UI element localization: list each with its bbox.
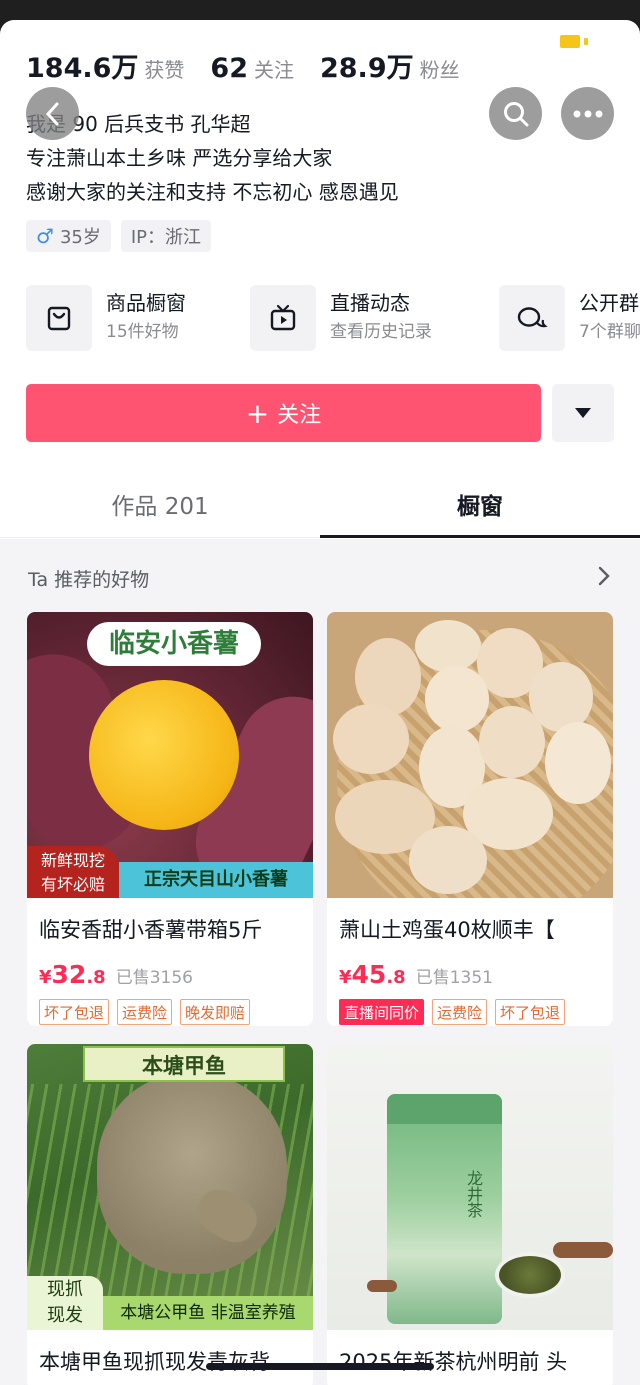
recommend-header[interactable]: Ta 推荐的好物 [28, 565, 149, 592]
follow-label: 关注 [277, 403, 322, 428]
live-entry[interactable]: 直播动态 查看历史记录 [250, 285, 432, 351]
profile-entries: 商品橱窗 15件好物 直播动态 查看历史记录 公开群 7个群聊 [26, 285, 640, 351]
bio-line: 感谢大家的关注和支持 不忘初心 感恩遇见 [26, 180, 399, 204]
group-entry[interactable]: 公开群 7个群聊 [499, 285, 640, 351]
ip-text: IP：浙江 [130, 227, 202, 248]
age-chip: ♂ 35岁 [26, 220, 111, 252]
follow-button[interactable]: + 关注 [26, 384, 541, 442]
price-symbol: ¥ [39, 967, 52, 988]
image-footer: 正宗天目山小香薯 [119, 862, 313, 898]
profile-chips: ♂ 35岁 IP：浙江 [26, 220, 212, 252]
search-button[interactable] [489, 87, 542, 140]
triangle-down-icon [575, 408, 591, 418]
service-tag: 运费险 [117, 999, 173, 1025]
price-row: ¥ 45 .8 已售1351 [327, 960, 613, 989]
followers-label[interactable]: 粉丝 [420, 54, 460, 83]
product-card[interactable]: 本塘甲鱼 现抓 现发 本塘公甲鱼 非温室养殖 本塘甲鱼现抓现发青灰背 [27, 1044, 313, 1385]
product-card[interactable]: 龙井茶 2025年新茶杭州明前 头 [327, 1044, 613, 1385]
shop-window-entry[interactable]: 商品橱窗 15件好物 [26, 285, 186, 351]
image-badge: 新鲜现挖 有坏必赔 [27, 846, 119, 898]
recommend-dropdown-button[interactable] [552, 384, 614, 442]
entry-sub: 15件好物 [106, 322, 179, 342]
image-badge: 现抓 现发 [27, 1276, 103, 1330]
product-image-eggs [327, 612, 613, 898]
entry-title: 公开群 [579, 291, 639, 315]
entry-title: 直播动态 [330, 291, 410, 315]
product-image-sweet-potato: 临安小香薯 新鲜现挖 有坏必赔 正宗天目山小香薯 [27, 612, 313, 898]
more-button[interactable] [561, 87, 614, 140]
entry-sub: 7个群聊 [579, 322, 640, 342]
chat-icon [499, 285, 565, 351]
search-icon [503, 101, 528, 126]
service-tag: 晚发即赔 [180, 999, 251, 1025]
product-title: 萧山土鸡蛋40枚顺丰【 [339, 918, 555, 942]
active-tab-indicator [320, 535, 640, 538]
likes-count: 184.6万 [26, 53, 139, 84]
following-label[interactable]: 关注 [254, 54, 294, 83]
entry-sub: 查看历史记录 [330, 322, 432, 342]
product-title: 本塘甲鱼现抓现发青灰背 [39, 1350, 270, 1374]
profile-sheet: 184.6万 获赞 62 关注 28.9万 粉丝 我是 90 后兵支书 孔华超 … [0, 20, 640, 1385]
battery-icon [560, 35, 588, 48]
age-text: 35岁 [59, 227, 101, 248]
bag-icon [26, 285, 92, 351]
sold-count: 已售3156 [115, 968, 193, 988]
following-count[interactable]: 62 [210, 53, 248, 84]
service-tag: 运费险 [432, 999, 488, 1025]
price-int: 45 [351, 960, 387, 989]
product-card[interactable]: 萧山土鸡蛋40枚顺丰【 ¥ 45 .8 已售1351 直播间同价 运费险 坏了包… [327, 612, 613, 1026]
chevron-right-icon[interactable] [598, 566, 610, 586]
tea-can-label: 龙井茶 [464, 1170, 483, 1218]
entry-title: 商品橱窗 [106, 291, 186, 315]
tab-works[interactable]: 作品 201 [0, 470, 320, 538]
back-button[interactable] [26, 87, 79, 140]
likes-label: 获赞 [144, 58, 185, 82]
image-banner: 本塘甲鱼 [83, 1046, 285, 1082]
followers-count[interactable]: 28.9万 [320, 46, 414, 85]
service-tag: 坏了包退 [495, 999, 566, 1025]
product-card[interactable]: 临安小香薯 新鲜现挖 有坏必赔 正宗天目山小香薯 临安香甜小香薯带箱5斤 ¥ 3… [27, 612, 313, 1026]
profile-tabs: 作品 201 橱窗 [0, 470, 640, 538]
more-dots-icon [573, 110, 602, 117]
plus-icon: + [245, 396, 270, 430]
chevron-left-icon [45, 102, 58, 125]
profile-stats: 184.6万 获赞 62 关注 28.9万 粉丝 [26, 46, 486, 85]
ip-chip: IP：浙江 [120, 220, 212, 252]
product-tags: 直播间同价 运费险 坏了包退 [327, 999, 613, 1025]
image-banner: 临安小香薯 [87, 622, 261, 666]
price-symbol: ¥ [339, 967, 352, 988]
product-tags: 坏了包退 运费险 晚发即赔 [27, 999, 313, 1025]
tab-shop[interactable]: 橱窗 [320, 470, 640, 538]
home-indicator [206, 1363, 434, 1370]
male-icon: ♂ [36, 224, 54, 248]
product-title: 临安香甜小香薯带箱5斤 [39, 918, 263, 942]
product-title: 2025年新茶杭州明前 头 [339, 1350, 568, 1374]
bio-line: 我是 90 后兵支书 孔华超 [26, 112, 251, 136]
service-tag: 坏了包退 [39, 999, 110, 1025]
tv-icon [250, 285, 316, 351]
live-price-tag: 直播间同价 [339, 999, 425, 1025]
price-int: 32 [51, 960, 87, 989]
price-dec: .8 [86, 967, 106, 988]
image-footer: 本塘公甲鱼 非温室养殖 [103, 1296, 313, 1330]
price-row: ¥ 32 .8 已售3156 [27, 960, 313, 989]
product-image-tea: 龙井茶 [327, 1044, 613, 1330]
sold-count: 已售1351 [415, 968, 493, 988]
price-dec: .8 [386, 967, 406, 988]
product-image-turtle: 本塘甲鱼 现抓 现发 本塘公甲鱼 非温室养殖 [27, 1044, 313, 1330]
bio-line: 专注萧山本土乡味 严选分享给大家 [26, 146, 333, 170]
profile-bio: 我是 90 后兵支书 孔华超 专注萧山本土乡味 严选分享给大家 感谢大家的关注和… [26, 107, 399, 209]
